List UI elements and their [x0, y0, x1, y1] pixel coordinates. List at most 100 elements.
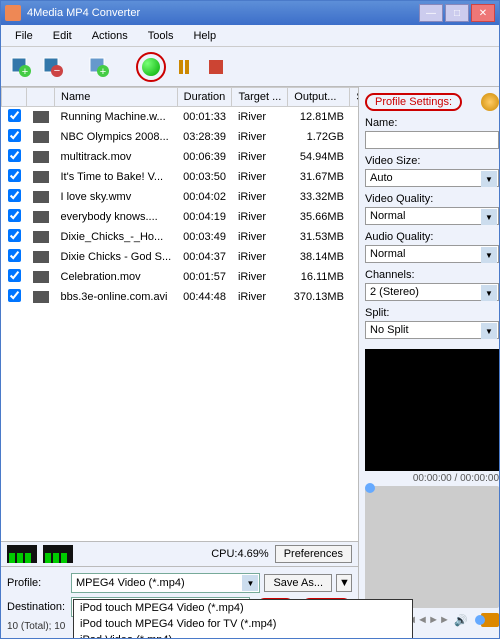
- cell-target: iRiver: [232, 287, 288, 307]
- menu-file[interactable]: File: [5, 27, 43, 45]
- profile-option[interactable]: iPod touch MPEG4 Video (*.mp4): [74, 600, 412, 616]
- close-button[interactable]: ✕: [471, 4, 495, 22]
- cell-duration: 00:01:33: [177, 107, 232, 128]
- profile-settings-title: Profile Settings:: [365, 93, 462, 111]
- chevron-down-icon[interactable]: ▼: [481, 247, 497, 263]
- table-row[interactable]: I love sky.wmv00:04:02iRiver33.32MB-: [2, 187, 359, 207]
- visualizer-icon: [43, 545, 73, 563]
- stop-button[interactable]: [202, 53, 230, 81]
- video-size-combo[interactable]: Auto▼: [365, 169, 499, 187]
- settings-button[interactable]: +: [85, 53, 113, 81]
- profile-combo[interactable]: MPEG4 Video (*.mp4) ▼: [71, 573, 260, 593]
- chevron-down-icon[interactable]: ▼: [481, 323, 497, 339]
- chevron-down-icon[interactable]: ▼: [481, 209, 497, 225]
- visualizer-icon: [7, 545, 37, 563]
- cell-duration: 00:03:49: [177, 227, 232, 247]
- video-quality-combo[interactable]: Normal▼: [365, 207, 499, 225]
- pause-button[interactable]: [170, 53, 198, 81]
- audio-quality-combo[interactable]: Normal▼: [365, 245, 499, 263]
- profile-option[interactable]: iPod Video (*.mp4): [74, 632, 412, 638]
- seek-slider[interactable]: [365, 486, 499, 608]
- channels-combo[interactable]: 2 (Stereo)▼: [365, 283, 499, 301]
- column-header[interactable]: Output...: [288, 88, 350, 107]
- channels-label: Channels:: [365, 269, 499, 281]
- menubar: File Edit Actions Tools Help: [1, 25, 499, 47]
- minimize-button[interactable]: —: [419, 4, 443, 22]
- cell-name: NBC Olympics 2008...: [55, 127, 178, 147]
- table-row[interactable]: It's Time to Bake! V...00:03:50iRiver31.…: [2, 167, 359, 187]
- name-label: Name:: [365, 117, 499, 129]
- row-checkbox[interactable]: [8, 249, 21, 262]
- row-checkbox[interactable]: [8, 289, 21, 302]
- table-row[interactable]: NBC Olympics 2008...03:28:39iRiver1.72GB…: [2, 127, 359, 147]
- table-row[interactable]: Dixie_Chicks_-_Ho...00:03:49iRiver31.53M…: [2, 227, 359, 247]
- preferences-button[interactable]: Preferences: [275, 545, 352, 563]
- remove-button[interactable]: −: [39, 53, 67, 81]
- chevron-down-icon[interactable]: ▼: [242, 575, 258, 591]
- cell-output: 16.11MB: [288, 267, 350, 287]
- column-header[interactable]: Target ...: [232, 88, 288, 107]
- column-header[interactable]: Status: [350, 88, 358, 107]
- row-checkbox[interactable]: [8, 229, 21, 242]
- column-header[interactable]: Name: [55, 88, 178, 107]
- cell-status: -: [350, 107, 358, 128]
- split-combo[interactable]: No Split▼: [365, 321, 499, 339]
- volume-icon[interactable]: 🔊: [453, 612, 469, 628]
- preview-panel: 00:00:00 / 00:00:00 ▶ ■ ◄◄ ►► 🔊: [365, 349, 499, 632]
- name-input[interactable]: [365, 131, 499, 149]
- maximize-button[interactable]: □: [445, 4, 469, 22]
- titlebar: 4Media MP4 Converter — □ ✕: [1, 1, 499, 25]
- cell-output: 31.67MB: [288, 167, 350, 187]
- video-thumb-icon: [33, 211, 49, 223]
- table-row[interactable]: bbs.3e-online.com.avi00:44:48iRiver370.1…: [2, 287, 359, 307]
- file-table[interactable]: NameDurationTarget ...Output...Status Ru…: [1, 87, 358, 541]
- cell-name: Celebration.mov: [55, 267, 178, 287]
- menu-edit[interactable]: Edit: [43, 27, 82, 45]
- profile-dropdown[interactable]: iPod touch MPEG4 Video (*.mp4)iPod touch…: [73, 599, 413, 638]
- table-row[interactable]: Dixie Chicks - God S...00:04:37iRiver38.…: [2, 247, 359, 267]
- menu-actions[interactable]: Actions: [82, 27, 138, 45]
- cell-name: Dixie Chicks - God S...: [55, 247, 178, 267]
- save-as-dropdown[interactable]: ▼: [336, 574, 352, 592]
- menu-help[interactable]: Help: [183, 27, 226, 45]
- cell-status: -: [350, 287, 358, 307]
- cell-target: iRiver: [232, 127, 288, 147]
- column-header[interactable]: [2, 88, 27, 107]
- row-checkbox[interactable]: [8, 169, 21, 182]
- video-thumb-icon: [33, 231, 49, 243]
- convert-button[interactable]: [136, 52, 166, 82]
- destination-label: Destination:: [7, 601, 67, 613]
- cell-status: -: [350, 187, 358, 207]
- cell-target: iRiver: [232, 267, 288, 287]
- cell-target: iRiver: [232, 147, 288, 167]
- cell-target: iRiver: [232, 167, 288, 187]
- column-header[interactable]: Duration: [177, 88, 232, 107]
- row-checkbox[interactable]: [8, 209, 21, 222]
- cell-status: -: [350, 147, 358, 167]
- profile-option[interactable]: iPod touch MPEG4 Video for TV (*.mp4): [74, 616, 412, 632]
- cell-name: bbs.3e-online.com.avi: [55, 287, 178, 307]
- row-checkbox[interactable]: [8, 109, 21, 122]
- save-as-button[interactable]: Save As...: [264, 574, 332, 592]
- row-checkbox[interactable]: [8, 189, 21, 202]
- next-button[interactable]: ►►: [431, 612, 447, 628]
- table-row[interactable]: Running Machine.w...00:01:33iRiver12.81M…: [2, 107, 359, 128]
- table-row[interactable]: everybody knows....00:04:19iRiver35.66MB…: [2, 207, 359, 227]
- row-checkbox[interactable]: [8, 129, 21, 142]
- column-header[interactable]: [27, 88, 55, 107]
- table-row[interactable]: Celebration.mov00:01:57iRiver16.11MB-: [2, 267, 359, 287]
- chevron-down-icon[interactable]: ▼: [481, 171, 497, 187]
- video-thumb-icon: [33, 271, 49, 283]
- cell-target: iRiver: [232, 207, 288, 227]
- table-row[interactable]: multitrack.mov00:06:39iRiver54.94MB-: [2, 147, 359, 167]
- cell-output: 38.14MB: [288, 247, 350, 267]
- add-files-button[interactable]: +: [7, 53, 35, 81]
- video-thumb-icon: [33, 171, 49, 183]
- cell-name: Running Machine.w...: [55, 107, 178, 128]
- menu-tools[interactable]: Tools: [138, 27, 184, 45]
- row-checkbox[interactable]: [8, 149, 21, 162]
- row-checkbox[interactable]: [8, 269, 21, 282]
- cell-output: 31.53MB: [288, 227, 350, 247]
- chevron-down-icon[interactable]: ▼: [481, 285, 497, 301]
- palette-icon[interactable]: [481, 93, 499, 111]
